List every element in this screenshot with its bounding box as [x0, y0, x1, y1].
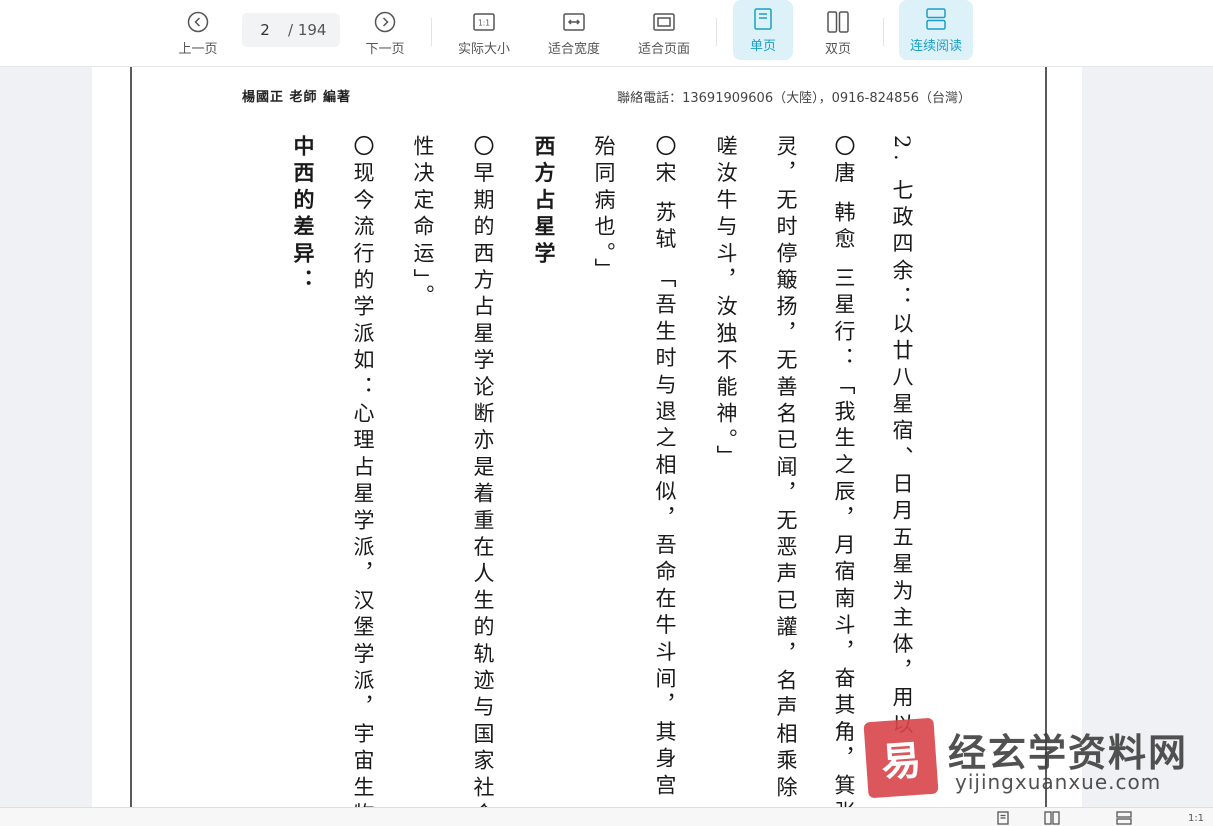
fit-width-button[interactable]: 适合宽度	[540, 0, 608, 66]
continuous-read-button[interactable]: 连续阅读	[899, 0, 973, 60]
fit-page-icon	[652, 10, 676, 34]
single-page-label: 单页	[749, 38, 776, 54]
single-page-mode-icon[interactable]	[993, 810, 1013, 826]
chevron-right-icon	[373, 10, 397, 34]
text-column: 〇宋 苏轼 「吾生时与退之相似，吾命在牛斗间，其身宫	[653, 135, 677, 801]
continuous-read-icon	[924, 7, 948, 31]
page-number-input[interactable]: 2	[242, 21, 288, 39]
prev-page-button[interactable]: 上一页	[170, 0, 226, 66]
page-header-author: 楊國正 老師 編著	[242, 90, 352, 105]
status-bar: 1:1	[0, 807, 1213, 826]
watermark-logo-char: 易	[879, 736, 923, 787]
actual-size-icon-text: 1:1	[1187, 812, 1205, 824]
watermark-title: 经玄学资料网	[948, 731, 1189, 775]
watermark-logo: 易	[863, 717, 939, 799]
actual-size-label: 实际大小	[457, 41, 510, 57]
text-column: 2. 七政四余：以廿八星宿、日月五星为主体，用以	[890, 135, 914, 740]
svg-text:1:1: 1:1	[478, 18, 490, 27]
toolbar-divider	[431, 18, 432, 46]
text-column: 性决定命运」。	[411, 135, 435, 312]
page-total: / 194	[288, 21, 327, 39]
fit-width-label: 适合宽度	[547, 41, 600, 57]
double-page-label: 双页	[824, 41, 851, 57]
toolbar-divider	[883, 18, 884, 46]
continuous-mode-icon[interactable]	[1114, 810, 1134, 826]
fit-page-button[interactable]: 适合页面	[630, 0, 698, 66]
actual-size-icon[interactable]: 1:1	[1185, 810, 1207, 826]
text-column: 〇早期的西方占星学论断亦是着重在人生的轨迹与国家社会	[471, 135, 495, 807]
single-page-button[interactable]: 单页	[733, 0, 793, 60]
fit-width-icon	[562, 10, 586, 34]
document-page: 楊國正 老師 編著 聯絡電話：13691909606（大陸），0916-8248…	[130, 67, 1047, 807]
double-page-icon	[826, 10, 850, 34]
text-column: 嗟汝牛与斗，汝独不能神。」	[714, 135, 738, 472]
double-page-button[interactable]: 双页	[808, 0, 868, 66]
single-page-icon	[751, 7, 775, 31]
double-page-mode-icon[interactable]	[1042, 810, 1062, 826]
next-page-button[interactable]: 下一页	[357, 0, 413, 66]
continuous-read-label: 连续阅读	[909, 38, 962, 54]
next-page-label: 下一页	[365, 41, 405, 57]
text-column: 殆同病也。」	[592, 135, 616, 285]
page-indicator: 2 / 194	[242, 13, 340, 47]
text-column: 灵，无时停簸扬，无善名已闻，无恶声已讙，名声相乘除	[774, 135, 798, 803]
text-column: 〇现今流行的学派如：心理占星学派，汉堡学派，宇宙生物	[351, 135, 375, 807]
page-header-contact: 聯絡電話：13691909606（大陸），0916-824856（台灣）	[617, 91, 971, 106]
text-column: 〇唐 韩愈 三星行：「我生之辰，月宿南斗，奋其角，箕张	[832, 135, 856, 807]
toolbar: 上一页 2 / 194 下一页 1:1 实际大小 适合宽度 适合页面 单页 双页…	[0, 0, 1213, 67]
chevron-left-icon	[186, 10, 210, 34]
section-heading: 西方占星学	[532, 135, 557, 269]
section-heading: 中西的差异：	[291, 135, 316, 296]
watermark-url: yijingxuanxue.com	[955, 770, 1162, 794]
toolbar-divider	[716, 18, 717, 46]
fit-page-label: 适合页面	[637, 41, 690, 57]
prev-page-label: 上一页	[178, 41, 218, 57]
actual-size-button[interactable]: 1:1 实际大小	[450, 0, 518, 66]
one-to-one-icon: 1:1	[472, 10, 496, 34]
